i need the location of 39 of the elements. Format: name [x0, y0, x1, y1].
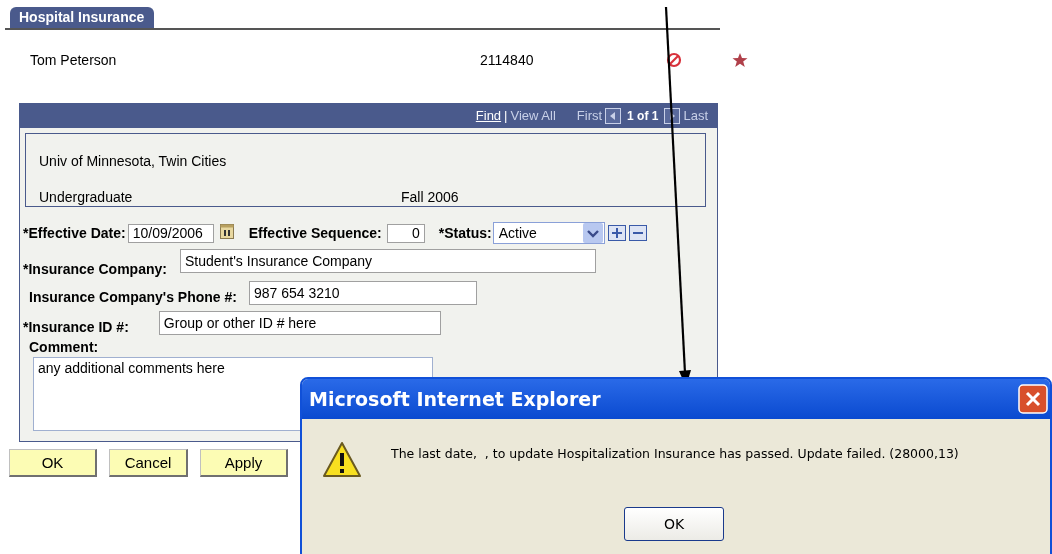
field-label: Insurance Company's Phone #:: [29, 289, 237, 305]
prohibited-icon[interactable]: [666, 52, 682, 68]
term-text: Fall 2006: [401, 189, 459, 205]
field-label: *Insurance ID #:: [23, 319, 129, 335]
view-all-link[interactable]: View All: [510, 108, 556, 123]
close-icon[interactable]: [1018, 384, 1048, 414]
field-label: *Effective Date:: [23, 225, 126, 241]
first-link[interactable]: First: [576, 108, 603, 123]
field-label: Effective Sequence:: [248, 225, 382, 241]
add-row-icon[interactable]: [607, 225, 626, 241]
career-text: Undergraduate: [39, 189, 134, 205]
action-button[interactable]: Cancel: [109, 449, 188, 477]
status-dropdown[interactable]: Active: [492, 222, 605, 244]
delete-row-icon[interactable]: [628, 225, 647, 241]
campus-text: Univ of Minnesota, Twin Cities: [39, 153, 228, 169]
tab[interactable]: Hospital Insurance: [10, 7, 155, 28]
separator: |: [504, 108, 508, 123]
chevron-icon: [582, 223, 603, 243]
company-field[interactable]: Student's Insurance Company: [179, 249, 596, 273]
calendar-icon[interactable]: [219, 223, 234, 239]
field-label: *Status:: [438, 225, 492, 241]
action-button[interactable]: OK: [9, 449, 97, 477]
person-id: 2114840: [480, 52, 535, 68]
warning-icon: [322, 440, 362, 480]
phone-field[interactable]: 987 654 3210: [248, 281, 477, 305]
field-label: *Insurance Company:: [23, 261, 167, 277]
person-name: Tom Peterson: [30, 52, 118, 68]
sequence-field[interactable]: 0: [386, 223, 425, 243]
action-button[interactable]: Apply: [200, 449, 288, 477]
star-icon[interactable]: [732, 52, 748, 68]
previous-icon[interactable]: [605, 107, 622, 124]
find-link[interactable]: Find: [475, 108, 502, 123]
ok-button[interactable]: OK: [624, 507, 724, 541]
row-position: 1 of 1: [627, 108, 659, 123]
field-label: Comment:: [29, 339, 100, 355]
insurance-id-field[interactable]: Group or other ID # here: [158, 311, 441, 335]
date-field[interactable]: 10/09/2006: [127, 223, 214, 243]
last-link[interactable]: Last: [683, 108, 708, 123]
dialog-message: The last date, , to update Hospitalization Insurance has passed. Update failed. (28000,13): [391, 445, 959, 461]
